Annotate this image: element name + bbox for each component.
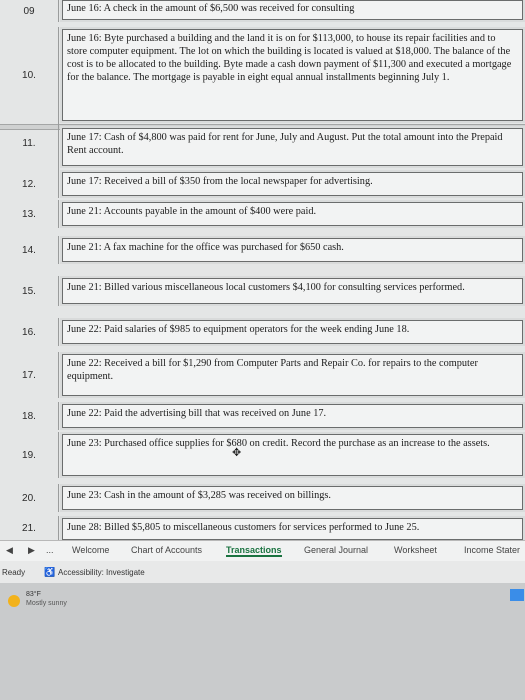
tab-worksheet[interactable]: Worksheet: [394, 545, 437, 555]
transaction-row: 19. June 23: Purchased office supplies f…: [0, 432, 525, 478]
row-number: 14.: [0, 236, 59, 264]
status-bar: Ready ♿ Accessibility: Investigate: [0, 561, 525, 583]
row-number: 21.: [0, 516, 59, 540]
tab-scroll-right-icon[interactable]: ▶: [28, 545, 35, 556]
sheet-tab-bar: ◀ ▶ ... Welcome Chart of Accounts Transa…: [0, 540, 525, 561]
weather-condition: Mostly sunny: [26, 600, 67, 607]
row-number: 17.: [0, 352, 59, 398]
row-number: 10.: [0, 27, 59, 123]
transaction-row: 17. June 22: Received a bill for $1,290 …: [0, 352, 525, 398]
transaction-cell[interactable]: June 22: Received a bill for $1,290 from…: [62, 354, 523, 396]
tab-general-journal[interactable]: General Journal: [304, 545, 368, 555]
move-cursor-icon: ✥: [232, 446, 242, 459]
transaction-cell[interactable]: June 21: Billed various miscellaneous lo…: [62, 278, 523, 304]
tab-transactions[interactable]: Transactions: [226, 545, 282, 557]
transaction-cell[interactable]: June 23: Cash in the amount of $3,285 wa…: [62, 486, 523, 510]
row-number: 11.: [0, 116, 59, 170]
transaction-row: 12. June 17: Received a bill of $350 fro…: [0, 170, 525, 198]
row-number: 20.: [0, 484, 59, 512]
transaction-row: 18. June 22: Paid the advertising bill t…: [0, 402, 525, 430]
taskbar: 83°F Mostly sunny: [0, 583, 525, 700]
tab-welcome[interactable]: Welcome: [72, 545, 109, 555]
transaction-row: 13. June 21: Accounts payable in the amo…: [0, 200, 525, 228]
transaction-cell[interactable]: June 22: Paid the advertising bill that …: [62, 404, 523, 428]
transaction-cell[interactable]: June 17: Cash of $4,800 was paid for ren…: [62, 128, 523, 166]
transaction-cell[interactable]: June 17: Received a bill of $350 from th…: [62, 172, 523, 196]
transaction-row: 10. June 16: Byte purchased a building a…: [0, 27, 525, 123]
transaction-cell[interactable]: June 21: A fax machine for the office wa…: [62, 238, 523, 262]
row-number: 15.: [0, 276, 59, 306]
transaction-cell[interactable]: June 21: Accounts payable in the amount …: [62, 202, 523, 226]
row-number: 18.: [0, 402, 59, 430]
transaction-row: 14. June 21: A fax machine for the offic…: [0, 236, 525, 264]
accessibility-icon: ♿: [44, 567, 56, 577]
row-number: 13.: [0, 200, 59, 228]
row-number: 16.: [0, 318, 59, 346]
transaction-row: 15. June 21: Billed various miscellaneou…: [0, 276, 525, 306]
header-row: 09 June 16: A check in the amount of $6,…: [0, 0, 525, 22]
transaction-row: 16. June 22: Paid salaries of $985 to eq…: [0, 318, 525, 346]
row-number: 19.: [0, 432, 59, 478]
transaction-cell[interactable]: June 23: Purchased office supplies for $…: [62, 434, 523, 476]
tab-scroll-left-icon[interactable]: ◀: [6, 545, 13, 556]
spreadsheet-area: 09 June 16: A check in the amount of $6,…: [0, 0, 525, 540]
row-number: 09: [0, 0, 59, 22]
transaction-cell[interactable]: June 22: Paid salaries of $985 to equipm…: [62, 320, 523, 344]
windows-icon[interactable]: [510, 589, 524, 601]
status-ready: Ready: [2, 568, 26, 577]
weather-temp: 83°F: [26, 591, 41, 598]
transaction-cell[interactable]: June 16: A check in the amount of $6,500…: [62, 0, 523, 20]
transaction-row: 21. June 28: Billed $5,805 to miscellane…: [0, 516, 525, 540]
transaction-cell[interactable]: June 28: Billed $5,805 to miscellaneous …: [62, 518, 523, 540]
tab-income-statement[interactable]: Income Stater: [464, 545, 520, 555]
tab-chart-of-accounts[interactable]: Chart of Accounts: [131, 545, 202, 555]
transaction-row: 20. June 23: Cash in the amount of $3,28…: [0, 484, 525, 512]
accessibility-status[interactable]: Accessibility: Investigate: [58, 568, 145, 577]
transaction-row: 11. June 17: Cash of $4,800 was paid for…: [0, 116, 525, 170]
row-number: 12.: [0, 170, 59, 198]
tab-overflow[interactable]: ...: [46, 545, 54, 555]
transaction-cell[interactable]: June 16: Byte purchased a building and t…: [62, 29, 523, 121]
weather-sun-icon: [8, 595, 20, 607]
